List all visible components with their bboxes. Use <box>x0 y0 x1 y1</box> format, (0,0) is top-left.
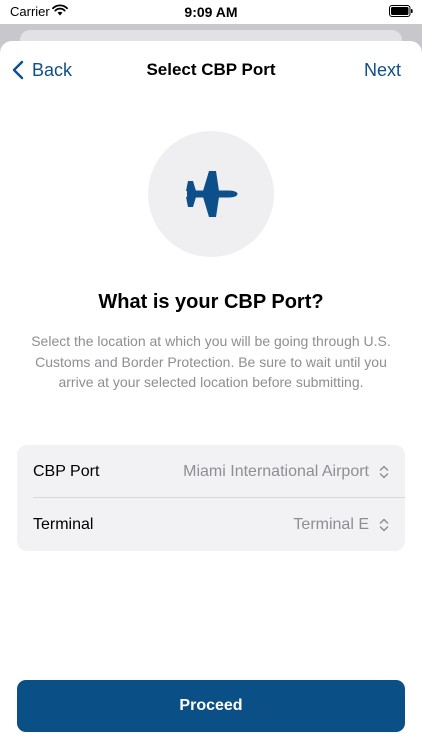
section-heading: What is your CBP Port? <box>98 291 324 313</box>
section-description: Select the location at which you will be… <box>31 333 391 390</box>
navigation-bar: Back Select CBP Port Next <box>0 41 422 99</box>
next-button[interactable]: Next <box>364 60 401 81</box>
airplane-icon <box>186 171 238 217</box>
proceed-button[interactable]: Proceed <box>17 680 405 732</box>
battery-icon <box>389 5 413 17</box>
page-title: Select CBP Port <box>146 60 276 79</box>
cbp-port-value: Miami International Airport <box>183 462 369 480</box>
cbp-port-form: CBP Port Miami International Airport Ter… <box>17 445 405 551</box>
cbp-port-row[interactable]: CBP Port Miami International Airport <box>17 445 405 498</box>
terminal-label: Terminal <box>33 515 94 533</box>
status-time: 9:09 AM <box>184 4 238 20</box>
status-bar: Carrier 9:09 AM <box>0 0 422 24</box>
chevron-up-down-icon <box>379 465 389 478</box>
terminal-row[interactable]: Terminal Terminal E <box>17 498 405 551</box>
cbp-port-label: CBP Port <box>33 462 100 480</box>
terminal-value: Terminal E <box>293 515 369 533</box>
chevron-up-down-icon <box>379 518 389 531</box>
modal-sheet: Back Select CBP Port Next What is your C… <box>0 41 422 750</box>
hero-icon-circle <box>148 131 274 257</box>
